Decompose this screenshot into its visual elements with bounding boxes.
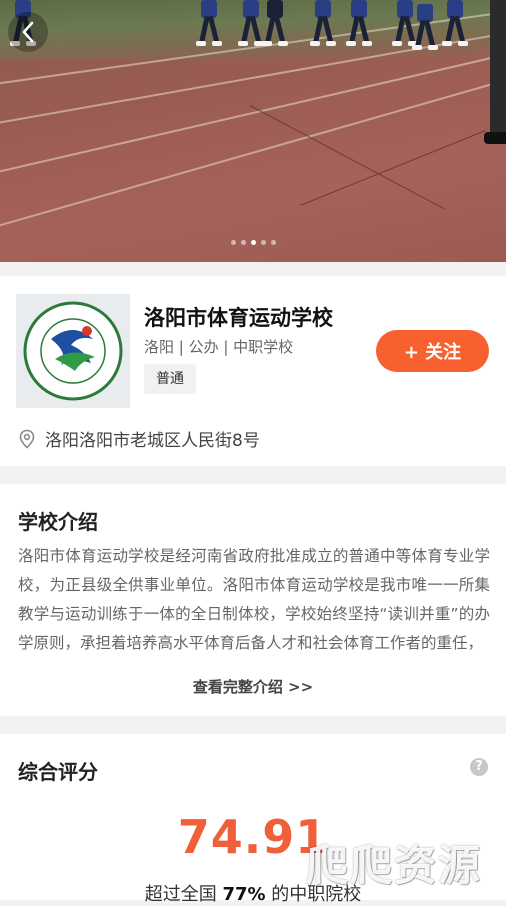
runner-figure <box>310 0 336 48</box>
school-info-card: 洛阳市体育运动学校 洛阳 | 公办 | 中职学校 普通 + 关注 洛阳洛阳市老城… <box>0 276 506 466</box>
school-intro-card: 学校介绍 洛阳市体育运动学校是经河南省政府批准成立的普通中等体育专业学校，为正县… <box>0 484 506 716</box>
intro-title: 学校介绍 <box>18 510 98 534</box>
school-address[interactable]: 洛阳洛阳市老城区人民街8号 <box>18 426 260 451</box>
hero-banner[interactable] <box>0 0 506 262</box>
carousel-indicator <box>0 240 506 245</box>
runner-figure <box>196 0 222 48</box>
carousel-dot[interactable] <box>230 240 236 245</box>
carousel-dot[interactable] <box>260 240 266 245</box>
back-button[interactable] <box>8 12 48 52</box>
score-compare-prefix: 超过全国 <box>144 884 223 905</box>
address-text: 洛阳洛阳市老城区人民街8号 <box>45 431 260 451</box>
standing-person <box>484 0 506 150</box>
watermark-text: 爬爬资源 <box>306 841 483 890</box>
intro-text: 洛阳市体育运动学校是经河南省政府批准成立的普通中等体育专业学校，为正县级全供事业… <box>18 547 490 652</box>
runner-figure <box>346 0 372 48</box>
view-full-intro-link[interactable]: 查看完整介绍 >> <box>0 676 506 697</box>
school-logo <box>16 294 130 408</box>
track-crack <box>299 130 486 206</box>
follow-button[interactable]: + 关注 <box>376 330 489 372</box>
carousel-dot[interactable] <box>270 240 276 245</box>
score-compare-percent: 77% <box>222 884 266 905</box>
school-name: 洛阳市体育运动学校 <box>144 306 333 330</box>
runner-figure <box>412 4 438 52</box>
carousel-dot[interactable] <box>240 240 246 245</box>
track-lane-line <box>0 44 506 177</box>
school-meta: 洛阳 | 公办 | 中职学校 <box>144 338 294 356</box>
location-pin-icon <box>19 429 35 449</box>
runner-figure <box>442 0 468 48</box>
score-title: 综合评分 <box>18 760 98 784</box>
runner-figure <box>238 0 264 48</box>
runner-figure <box>262 0 288 48</box>
track-lane-line <box>0 64 506 232</box>
back-arrow-icon <box>22 21 34 43</box>
carousel-dot[interactable] <box>250 240 256 245</box>
help-icon[interactable]: ? <box>470 758 488 776</box>
watermark: 爬爬资源 <box>306 832 482 893</box>
school-type-tag: 普通 <box>144 364 196 394</box>
